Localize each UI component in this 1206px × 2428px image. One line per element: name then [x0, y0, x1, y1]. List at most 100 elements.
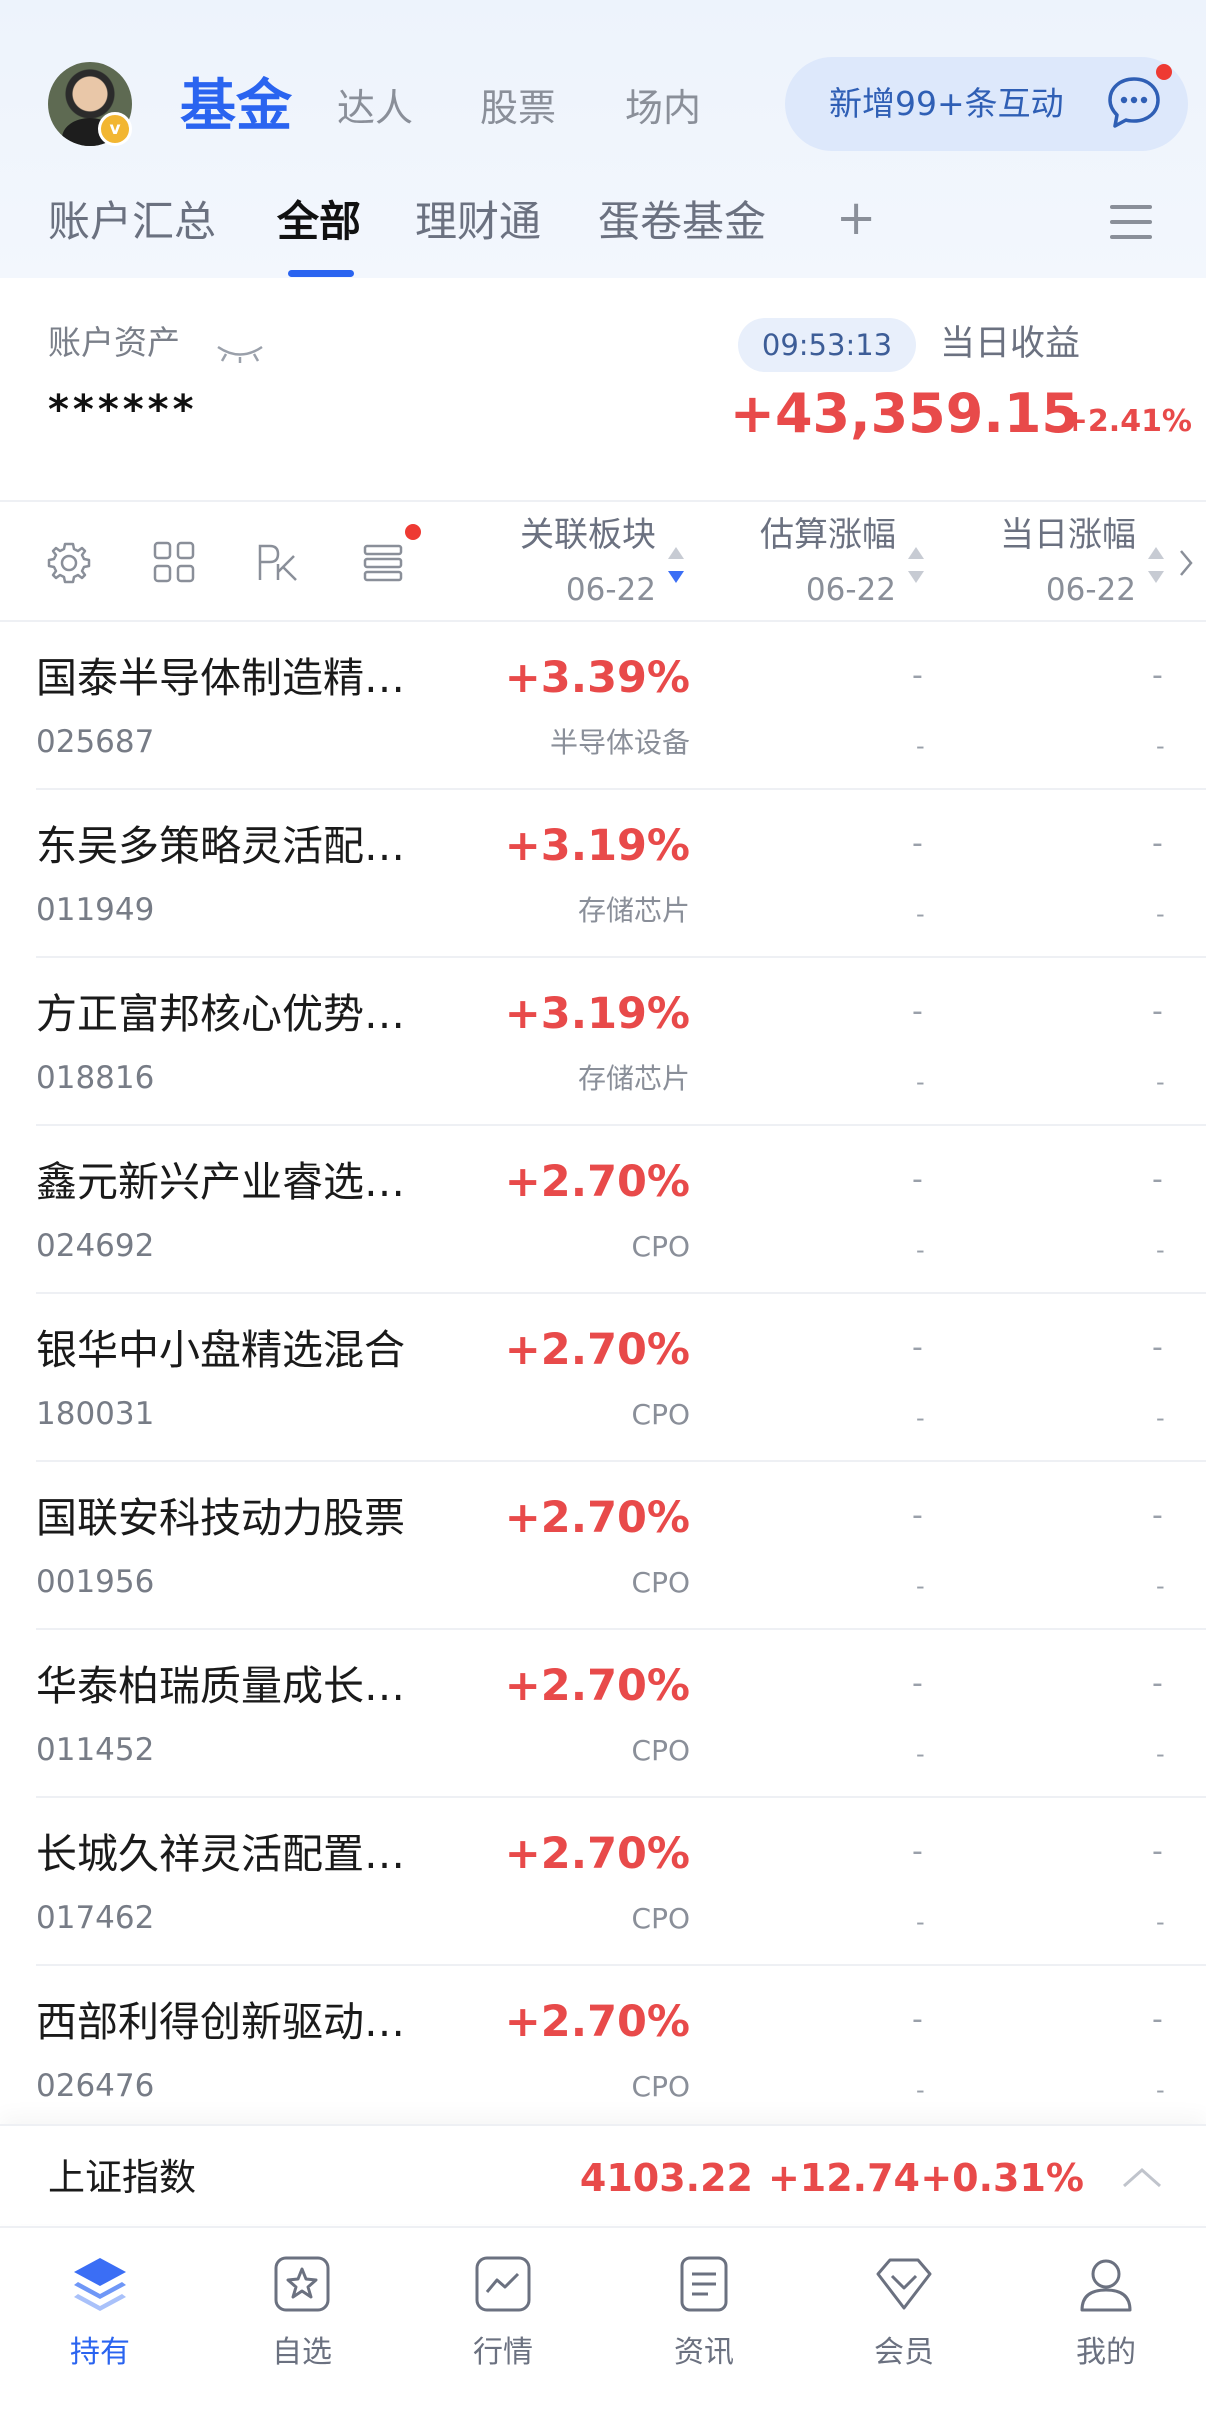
estimated-change: -	[912, 994, 923, 1029]
nav-holdings[interactable]: 持有	[30, 2252, 170, 2372]
nav-member[interactable]: 会员	[834, 2252, 974, 2372]
star-icon	[274, 2256, 330, 2312]
fund-row[interactable]: 方正富邦核心优势… 018816 +3.19% 存储芯片 - - - -	[0, 958, 1206, 1126]
fund-code: 018816	[36, 1060, 155, 1096]
index-ticker[interactable]: 上证指数 4103.22 +12.74 +0.31%	[0, 2124, 1206, 2224]
column-daily[interactable]: 当日涨幅 06-22	[1000, 514, 1136, 610]
tab-licaitong[interactable]: 理财通	[415, 196, 541, 248]
estimated-change-sub: -	[916, 1572, 925, 1600]
chevron-up-icon[interactable]	[1120, 2166, 1164, 2190]
estimated-change-sub: -	[916, 900, 925, 928]
fund-row[interactable]: 华泰柏瑞质量成长… 011452 +2.70% CPO - - - -	[0, 1630, 1206, 1798]
fund-row[interactable]: 国联安科技动力股票 001956 +2.70% CPO - - - -	[0, 1462, 1206, 1630]
settings-gear-icon[interactable]	[46, 540, 92, 586]
nav-news[interactable]: 资讯	[634, 2252, 774, 2372]
tab-all[interactable]: 全部	[277, 196, 361, 248]
daily-change: -	[1152, 994, 1163, 1029]
verified-badge-icon: v	[98, 112, 132, 146]
index-name: 上证指数	[48, 2156, 196, 2199]
sector-change: +3.19%	[504, 821, 690, 871]
menu-icon[interactable]	[1110, 203, 1152, 241]
sector-change: +3.19%	[504, 989, 690, 1039]
chevron-right-icon[interactable]	[1178, 548, 1194, 578]
daily-change: -	[1152, 1162, 1163, 1197]
fund-row[interactable]: 长城久祥灵活配置… 017462 +2.70% CPO - - - -	[0, 1798, 1206, 1966]
sector-name: 存储芯片	[577, 1062, 690, 1095]
tab-expert[interactable]: 达人	[337, 84, 413, 132]
bottom-nav: 持有 自选 行情 资讯 会员 我的	[0, 2226, 1206, 2428]
sort-desc-icon[interactable]	[666, 543, 686, 587]
fund-name: 方正富邦核心优势…	[36, 990, 405, 1038]
daily-change: -	[1152, 2002, 1163, 2037]
nav-label: 自选	[272, 2335, 332, 2370]
asset-label: 账户资产	[48, 323, 180, 362]
daily-change-sub: -	[1156, 1908, 1165, 1936]
sort-neutral-icon[interactable]	[1146, 543, 1166, 587]
tab-account-summary[interactable]: 账户汇总	[48, 196, 216, 248]
nav-watchlist[interactable]: 自选	[232, 2252, 372, 2372]
nav-label: 行情	[473, 2335, 533, 2370]
daily-change-sub: -	[1156, 900, 1165, 928]
fund-row[interactable]: 国泰半导体制造精… 025687 +3.39% 半导体设备 - - - -	[0, 622, 1206, 790]
divider	[0, 500, 1206, 502]
sector-name: CPO	[631, 1230, 690, 1263]
active-tab-underline	[288, 270, 354, 277]
estimated-change: -	[912, 1498, 923, 1533]
pk-compare-icon[interactable]	[256, 540, 300, 584]
estimated-change: -	[912, 658, 923, 693]
column-sector-label: 关联板块	[520, 515, 656, 555]
fund-row[interactable]: 西部利得创新驱动… 026476 +2.70% CPO - - - -	[0, 1966, 1206, 2134]
add-tab-button[interactable]: +	[836, 190, 876, 246]
tab-onsite[interactable]: 场内	[625, 84, 701, 132]
interaction-pill[interactable]: 新增99+条互动	[785, 57, 1188, 151]
user-icon	[1080, 2259, 1132, 2312]
fund-code: 024692	[36, 1228, 155, 1264]
fund-row[interactable]: 银华中小盘精选混合 180031 +2.70% CPO - - - -	[0, 1294, 1206, 1462]
column-estimated-label: 估算涨幅	[760, 515, 896, 555]
sector-name: 半导体设备	[549, 726, 690, 759]
sector-name: 存储芯片	[577, 894, 690, 927]
sort-neutral-icon[interactable]	[906, 543, 926, 587]
interaction-text: 新增99+条互动	[829, 84, 1064, 123]
sector-name: CPO	[631, 2070, 690, 2103]
fund-code: 017462	[36, 1900, 155, 1936]
daily-change-sub: -	[1156, 1572, 1165, 1600]
news-icon	[680, 2256, 728, 2312]
daily-change-sub: -	[1156, 2076, 1165, 2104]
fund-name: 长城久祥灵活配置…	[36, 1830, 405, 1878]
nav-profile[interactable]: 我的	[1036, 2252, 1176, 2372]
nav-label: 持有	[70, 2335, 130, 2370]
list-layout-icon[interactable]	[362, 540, 406, 584]
fund-code: 025687	[36, 724, 155, 760]
sector-name: CPO	[631, 1902, 690, 1935]
daily-change-sub: -	[1156, 1404, 1165, 1432]
fund-row[interactable]: 鑫元新兴产业睿选… 024692 +2.70% CPO - - - -	[0, 1126, 1206, 1294]
fund-code: 001956	[36, 1564, 155, 1600]
grid-view-icon[interactable]	[152, 540, 196, 584]
column-sector[interactable]: 关联板块 06-22	[520, 514, 656, 610]
fund-name: 西部利得创新驱动…	[36, 1998, 405, 2046]
daily-profit-label: 当日收益	[940, 324, 1081, 364]
index-change: +12.74	[767, 2156, 920, 2200]
column-estimated[interactable]: 估算涨幅 06-22	[760, 514, 896, 610]
daily-change-sub: -	[1156, 1740, 1165, 1768]
nav-market[interactable]: 行情	[433, 2252, 573, 2372]
fund-row[interactable]: 东吴多策略灵活配… 011949 +3.19% 存储芯片 - - - -	[0, 790, 1206, 958]
sector-change: +2.70%	[504, 1661, 690, 1711]
sector-change: +2.70%	[504, 1829, 690, 1879]
index-percent: +0.31%	[920, 2156, 1084, 2200]
fund-name: 华泰柏瑞质量成长…	[36, 1662, 405, 1710]
asset-value-masked: ******	[48, 387, 198, 433]
estimated-change-sub: -	[916, 1908, 925, 1936]
daily-change: -	[1152, 658, 1163, 693]
nav-label: 资讯	[674, 2335, 734, 2370]
eye-closed-icon[interactable]	[214, 342, 266, 364]
tab-fund[interactable]: 基金	[180, 72, 292, 142]
fund-name: 鑫元新兴产业睿选…	[36, 1158, 405, 1206]
tab-stocks[interactable]: 股票	[480, 84, 556, 132]
tab-danjuan[interactable]: 蛋卷基金	[598, 196, 766, 248]
sector-change: +2.70%	[504, 1157, 690, 1207]
estimated-change-sub: -	[916, 732, 925, 760]
header: v 基金 达人 股票 场内 新增99+条互动 账户汇总 全部 理财通 蛋卷基金 …	[0, 0, 1206, 278]
notification-dot	[1156, 64, 1172, 80]
